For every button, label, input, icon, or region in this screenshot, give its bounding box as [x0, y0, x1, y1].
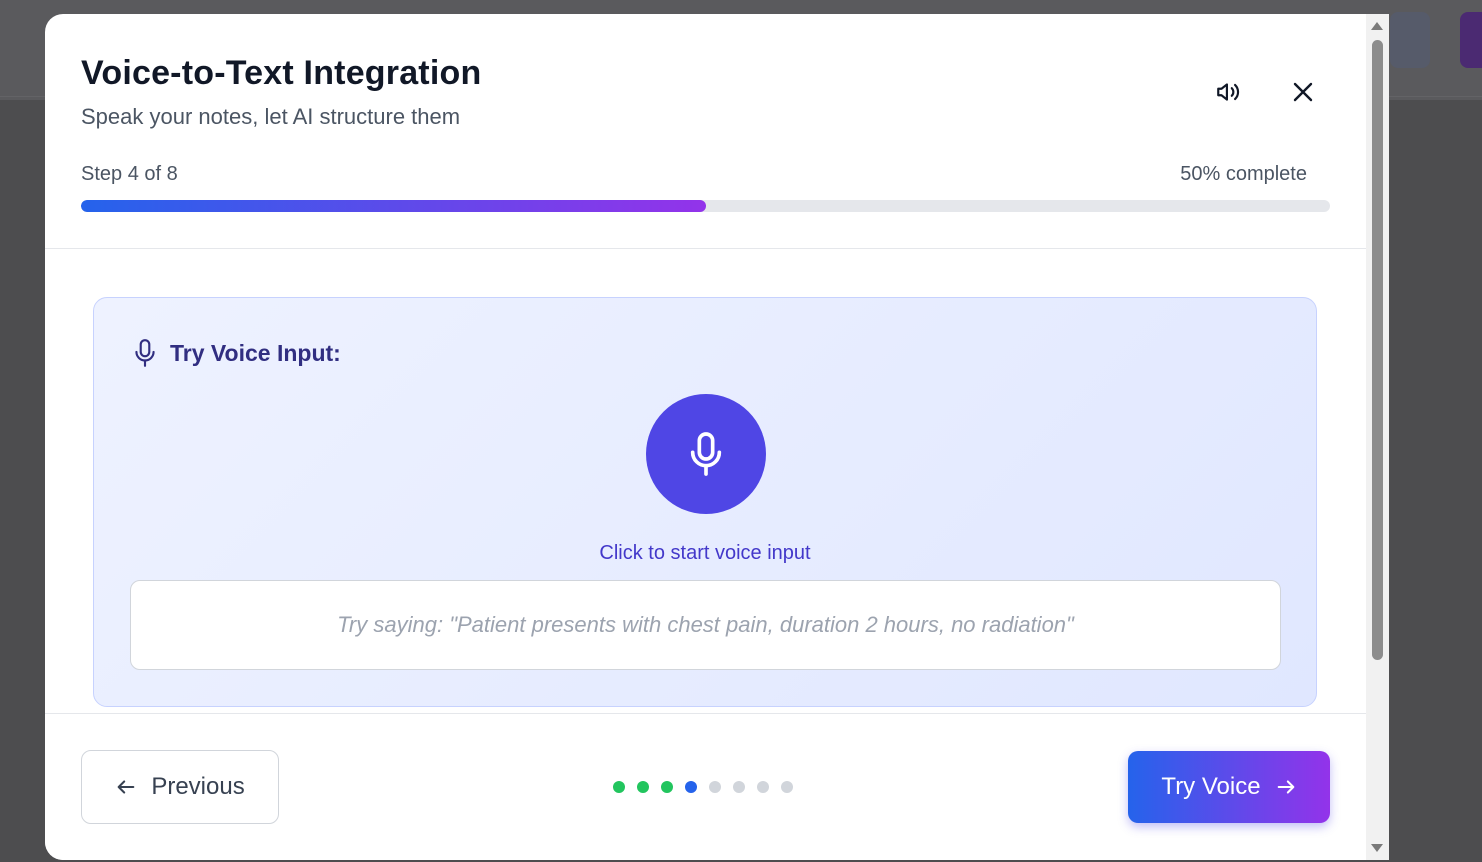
step-counter: Step 4 of 8	[81, 163, 178, 185]
step-dot-3[interactable]	[661, 781, 673, 793]
close-icon	[1293, 82, 1313, 102]
scroll-up-arrow[interactable]	[1371, 22, 1383, 30]
modal-subtitle: Speak your notes, let AI structure them	[81, 104, 461, 129]
modal-content: Try Voice Input: Click to start voice in…	[45, 249, 1366, 713]
background-button	[1390, 12, 1430, 68]
step-dot-7[interactable]	[757, 781, 769, 793]
start-voice-button[interactable]	[646, 394, 766, 514]
onboarding-modal: Voice-to-Text Integration Speak your not…	[45, 14, 1389, 860]
scroll-thumb[interactable]	[1372, 40, 1383, 660]
modal-scrollbar[interactable]	[1366, 14, 1389, 860]
microphone-icon	[690, 432, 722, 476]
step-indicator	[613, 781, 793, 793]
speaker-icon	[1217, 83, 1240, 101]
modal-header: Voice-to-Text Integration Speak your not…	[45, 14, 1366, 249]
progress-bar	[81, 200, 1330, 212]
voice-caption: Click to start voice input	[599, 542, 811, 564]
voice-card-header: Try Voice Input:	[132, 338, 341, 368]
previous-button[interactable]: Previous	[81, 750, 279, 824]
transcript-placeholder: Try saying: "Patient presents with chest…	[337, 612, 1074, 637]
step-dot-1[interactable]	[613, 781, 625, 793]
modal-title: Voice-to-Text Integration	[81, 54, 482, 92]
step-dot-5[interactable]	[709, 781, 721, 793]
scroll-down-arrow[interactable]	[1371, 844, 1383, 852]
voice-input-card: Try Voice Input: Click to start voice in…	[93, 297, 1317, 707]
transcript-box[interactable]: Try saying: "Patient presents with chest…	[130, 580, 1281, 670]
microphone-icon	[135, 339, 155, 367]
progress-percent: 50% complete	[1180, 163, 1307, 185]
step-dot-2[interactable]	[637, 781, 649, 793]
next-button[interactable]: Try Voice	[1128, 751, 1330, 823]
progress-bar-fill	[81, 200, 706, 212]
arrow-right-icon	[1277, 780, 1294, 794]
step-dot-8[interactable]	[781, 781, 793, 793]
arrow-left-icon	[117, 780, 135, 794]
step-dot-4[interactable]	[685, 781, 697, 793]
close-button[interactable]	[1283, 72, 1323, 112]
background-accent	[1460, 12, 1482, 68]
step-dot-6[interactable]	[733, 781, 745, 793]
previous-label: Previous	[151, 773, 245, 800]
voice-card-title: Try Voice Input:	[170, 339, 341, 366]
sound-toggle-button[interactable]	[1208, 72, 1248, 112]
modal-footer: Previous Try Voice	[45, 713, 1366, 860]
next-label: Try Voice	[1161, 773, 1261, 800]
